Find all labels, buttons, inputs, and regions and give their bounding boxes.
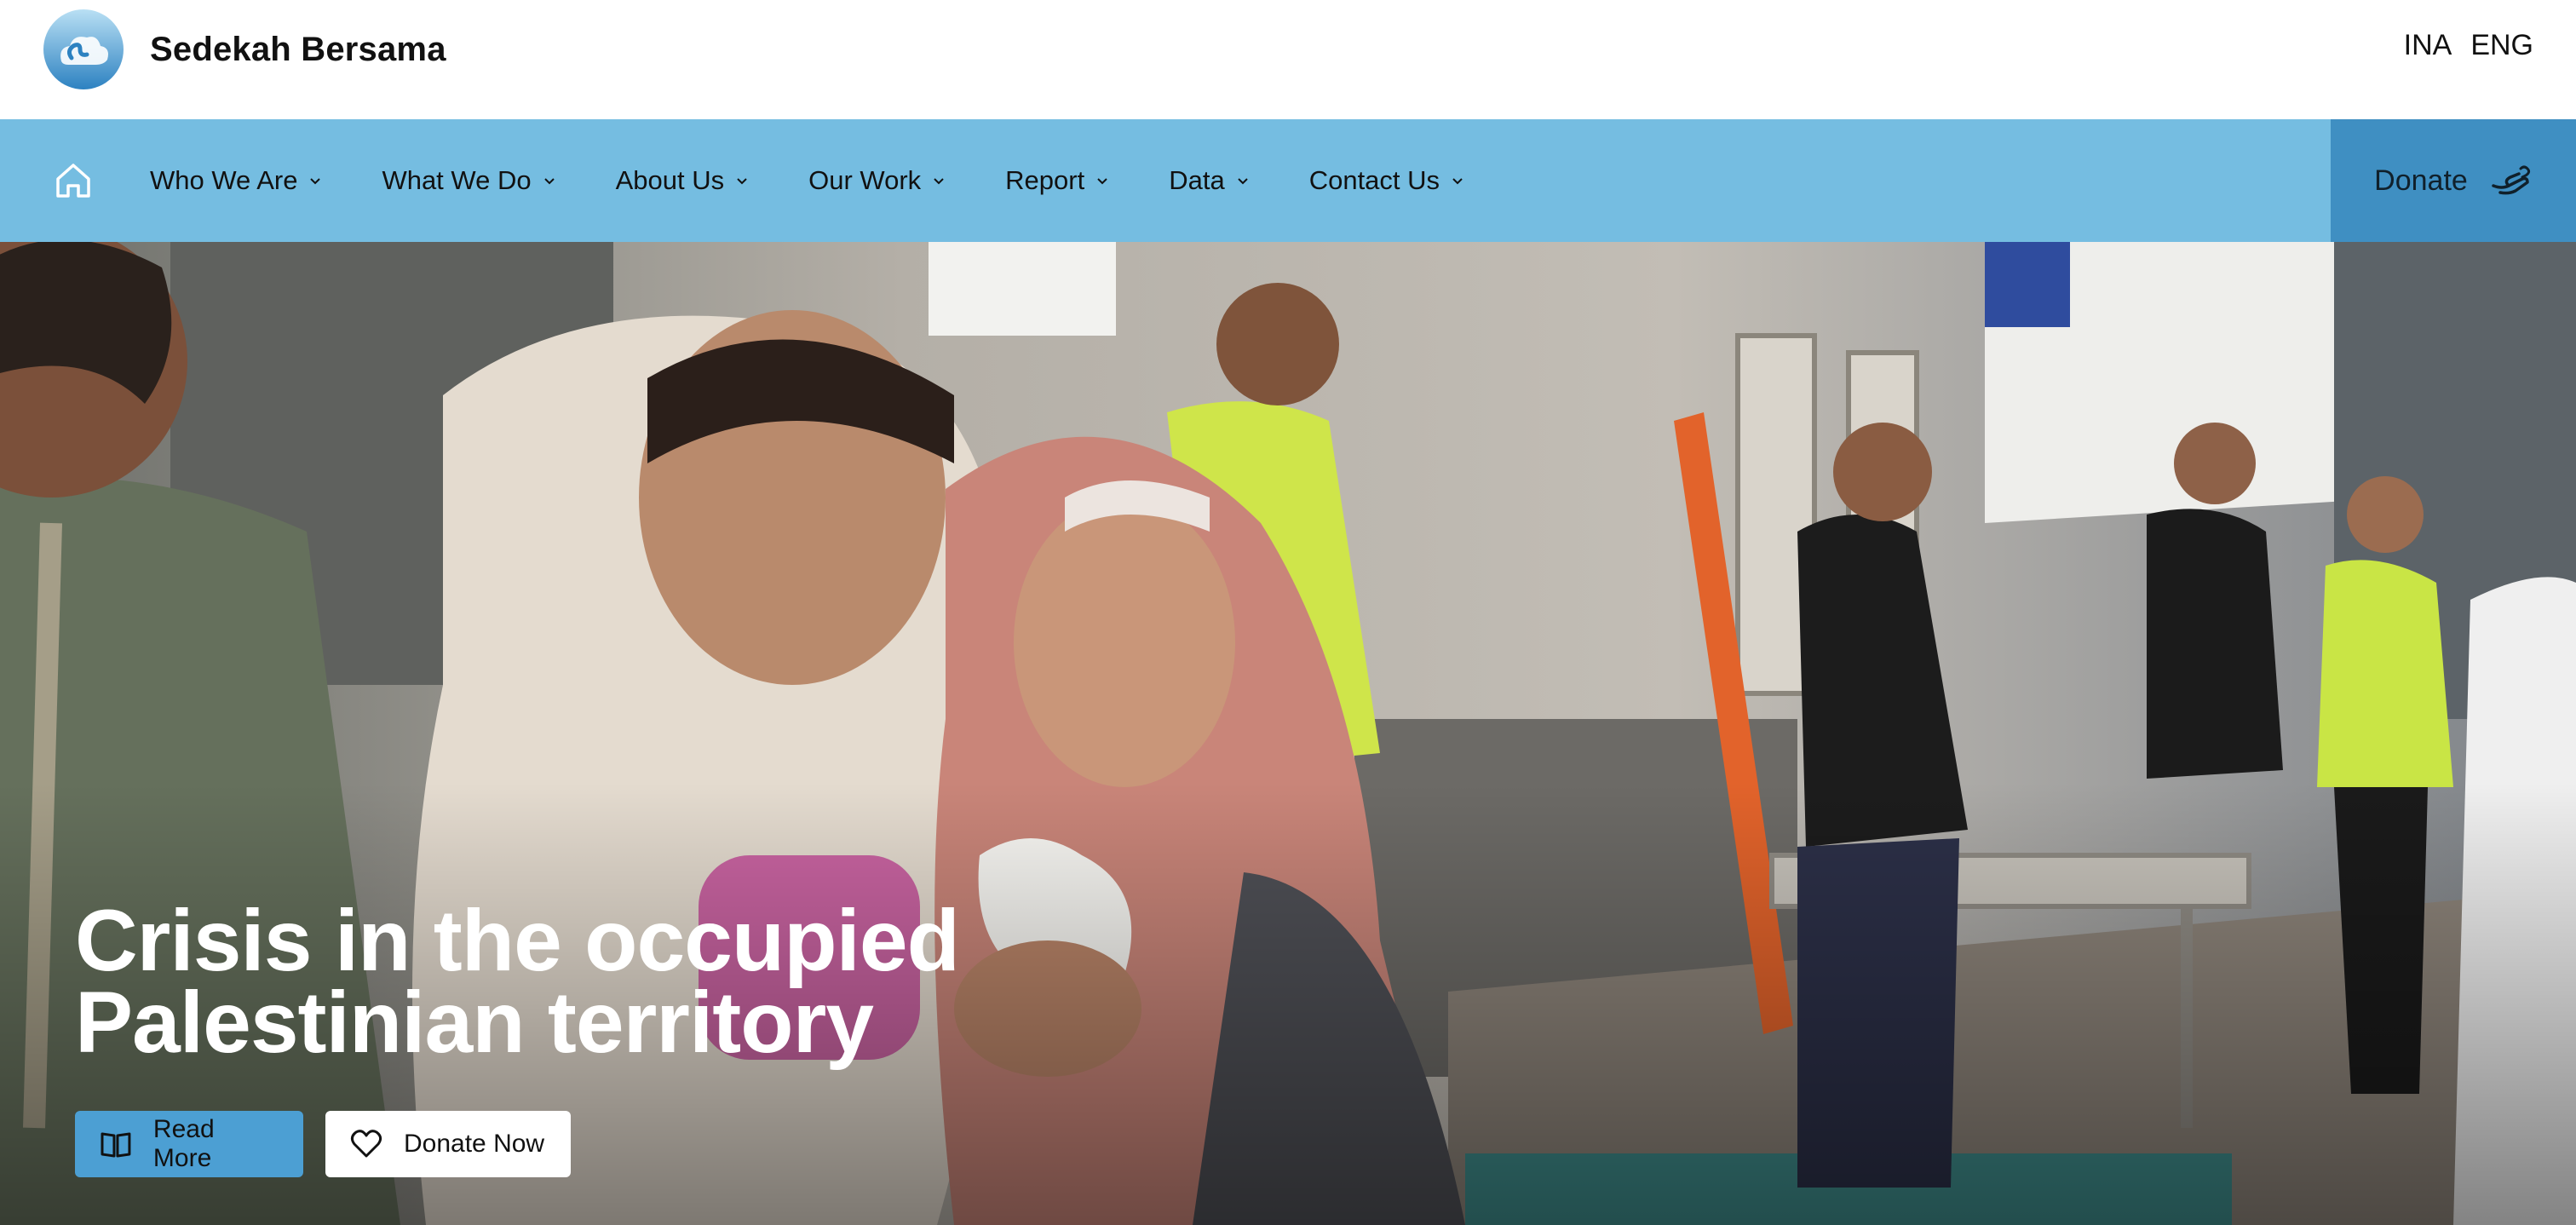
chevron-down-icon — [1237, 178, 1248, 185]
top-header: Sedekah Bersama INA ENG — [0, 0, 2576, 119]
hero-title-line-2: Palestinian territory — [75, 974, 874, 1071]
nav-item-label: About Us — [615, 165, 725, 195]
main-navigation: Who We Are What We Do About Us Our Work … — [0, 119, 2576, 242]
language-switcher: INA ENG — [2404, 29, 2533, 62]
hero-title: Crisis in the occupied Palestinian terri… — [75, 892, 1268, 1071]
chevron-down-icon — [737, 178, 747, 185]
book-open-icon — [101, 1132, 131, 1158]
nav-item-about-us[interactable]: About Us — [616, 165, 750, 196]
donate-button[interactable]: Donate — [2331, 119, 2576, 242]
hero-banner: Crisis in the occupied Palestinian terri… — [0, 242, 2576, 1225]
nav-item-label: Our Work — [808, 165, 922, 195]
read-more-label: Read More — [152, 1115, 215, 1172]
language-eng[interactable]: ENG — [2470, 29, 2533, 62]
hand-heart-icon — [2492, 165, 2530, 195]
read-more-button[interactable]: Read More — [75, 1111, 303, 1177]
nav-item-label: Contact Us — [1308, 165, 1440, 195]
home-icon — [56, 164, 90, 198]
hero-photo — [0, 242, 2576, 1225]
donate-button-label: Donate — [2374, 164, 2468, 197]
brand[interactable]: Sedekah Bersama — [43, 9, 446, 90]
nav-item-report[interactable]: Report — [1005, 165, 1110, 196]
donate-now-button[interactable]: Donate Now — [325, 1111, 571, 1177]
nav-item-label: Who We Are — [150, 165, 298, 195]
nav-item-contact-us[interactable]: Contact Us — [1309, 165, 1465, 196]
nav-item-data[interactable]: Data — [1169, 165, 1250, 196]
brand-name: Sedekah Bersama — [150, 30, 446, 68]
nav-item-what-we-do[interactable]: What We Do — [382, 165, 556, 196]
nav-item-label: What We Do — [382, 165, 532, 195]
chevron-down-icon — [934, 178, 944, 185]
nav-menu: Who We Are What We Do About Us Our Work … — [150, 119, 1524, 242]
hero-actions: Read More Donate Now — [75, 1111, 571, 1177]
chevron-down-icon — [1097, 178, 1107, 185]
language-ina[interactable]: INA — [2404, 29, 2452, 62]
donate-now-label: Donate Now — [404, 1130, 545, 1158]
heart-icon — [350, 1130, 382, 1158]
chevron-down-icon — [543, 178, 555, 185]
nav-item-label: Report — [1005, 165, 1085, 195]
home-button[interactable] — [49, 157, 97, 204]
nav-item-label: Data — [1169, 165, 1225, 195]
nav-item-who-we-are[interactable]: Who We Are — [150, 165, 323, 196]
hero-title-line-1: Crisis in the occupied — [75, 892, 960, 989]
chevron-down-icon — [310, 178, 321, 185]
nav-item-our-work[interactable]: Our Work — [808, 165, 946, 196]
chevron-down-icon — [1452, 178, 1463, 185]
cloud-logo-icon — [43, 9, 124, 89]
